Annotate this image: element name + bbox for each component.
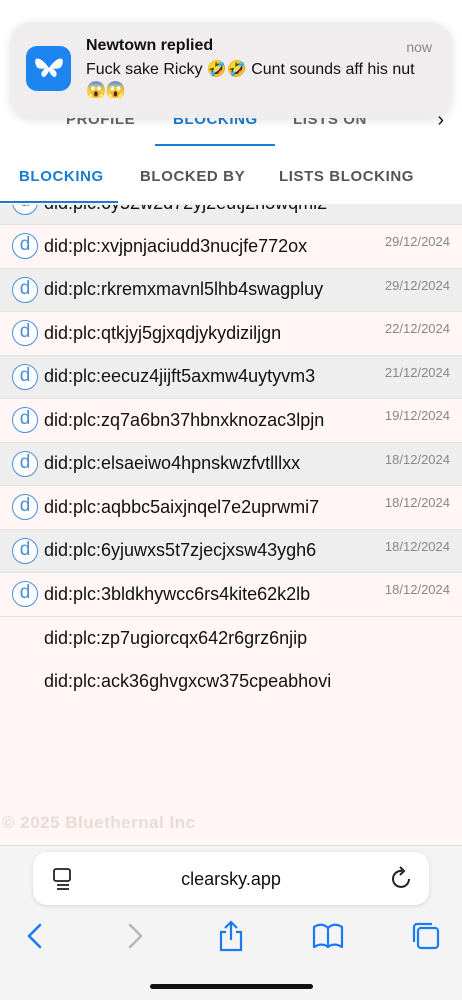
list-item[interactable]: d did:plc:elsaeiwo4hpnskwzfvtlllxx 18/12/2… <box>0 442 462 486</box>
did-label: did:plc:3bldkhywcc6rs4kite62k2lb <box>44 583 311 604</box>
did-label: did:plc:eecuz4jijft5axmw4uytyvm3 <box>44 366 316 387</box>
did-label: did:plc:aqbbc5aixjnqel7e2uprwmi7 <box>44 496 320 517</box>
did-icon: d <box>12 233 38 260</box>
subtab-blocking[interactable]: BLOCKING <box>19 168 104 185</box>
list-item[interactable]: d did:plc:zq7a6bn37hbnxknozac3lpjn 19/12/2… <box>0 399 462 443</box>
did-icon: d <box>12 450 38 477</box>
browser-toolbar: clearsky.app <box>0 845 462 1000</box>
share-icon[interactable] <box>215 920 247 952</box>
list-item[interactable]: d did:plc:3bldkhywcc6rs4kite62k2lb 18/12/2… <box>0 573 462 617</box>
row-date: 18/12/2024 <box>384 538 450 554</box>
home-indicator <box>150 984 313 989</box>
active-subtab-indicator <box>0 201 118 203</box>
notification-body: Fuck sake Ricky 🤣🤣 Cunt sounds aff his n… <box>86 61 415 99</box>
list-item[interactable]: d did:plc:eecuz4jijft5axmw4uytyvm3 21/12/2… <box>0 355 462 399</box>
url-text: clearsky.app <box>181 869 281 889</box>
notification-banner[interactable]: Newtown replied now Fuck sake Ricky 🤣🤣 C… <box>10 22 452 118</box>
row-date: 22/12/2024 <box>384 321 450 336</box>
did-label: did:plc:xvjpnjaciudd3nucjfe772ox <box>44 235 308 256</box>
list-item[interactable]: d did:plc:rkremxmavnl5lhb4swagpluy 29/12/2… <box>0 268 462 312</box>
row-date: 19/12/2024 <box>384 408 450 423</box>
bookmarks-icon[interactable] <box>312 920 344 952</box>
list-item[interactable]: did:plc:zp7ugiorcqx642r6grz6njip <box>0 617 462 661</box>
back-icon[interactable] <box>20 920 52 952</box>
copyright-text: © 2025 Bluethernal Inc <box>2 813 196 832</box>
row-date: 18/12/2024 <box>384 582 450 597</box>
address-bar[interactable]: clearsky.app <box>33 852 429 905</box>
list-item[interactable]: d did:plc:xvjpnjaciudd3nucjfe772ox 29/12/2… <box>0 225 462 269</box>
active-tab-indicator <box>155 144 275 146</box>
did-label: did:plc:zq7a6bn37hbnxknozac3lpjn <box>44 409 325 430</box>
did-icon: d <box>12 537 38 564</box>
notification-time: now <box>406 39 432 55</box>
did-icon: d <box>12 276 38 303</box>
row-date: 29/12/2024 <box>384 234 450 249</box>
row-date: 29/12/2024 <box>384 277 450 293</box>
rows-container: d did:plc:xvjpnjaciudd3nucjfe772ox 29/12/2… <box>0 225 462 617</box>
row-date: 18/12/2024 <box>384 495 450 510</box>
butterfly-icon <box>26 46 71 91</box>
did-icon: d <box>12 407 38 434</box>
did-label: did:plc:ack36ghvgxcw375cpeabhovi <box>44 671 332 692</box>
did-icon: d <box>12 205 38 215</box>
subtab-blocked-by[interactable]: BLOCKED BY <box>140 168 245 185</box>
did-label: did:plc:zp7ugiorcqx642r6grz6njip <box>44 627 308 648</box>
did-label: did:plc:6yjuwxs5t7zjecjxsw43ygh6 <box>44 540 317 561</box>
did-icon: d <box>12 363 38 390</box>
notification-title: Newtown replied <box>86 37 214 54</box>
subtab-lists-blocking[interactable]: LISTS BLOCKING <box>279 168 414 185</box>
blocking-list[interactable]: d did:plc:6y52w2d72yj2eutj2h3wqmi2 d did:… <box>0 205 462 845</box>
did-icon: d <box>12 581 38 608</box>
list-item[interactable]: d did:plc:qtkjyj5gjxqdjykydiziljgn 22/12/2… <box>0 312 462 356</box>
forward-icon[interactable] <box>118 920 150 952</box>
row-date: 18/12/2024 <box>384 451 450 467</box>
did-icon: d <box>12 320 38 347</box>
row-date: 21/12/2024 <box>384 364 450 380</box>
list-item[interactable]: did:plc:ack36ghvgxcw375cpeabhovi <box>0 660 462 704</box>
tabs-icon[interactable] <box>410 920 442 952</box>
list-item[interactable]: d did:plc:aqbbc5aixjnqel7e2uprwmi7 18/12/2… <box>0 486 462 530</box>
reload-icon[interactable] <box>391 866 413 895</box>
did-label: did:plc:elsaeiwo4hpnskwzfvtlllxx <box>44 453 301 474</box>
did-label: did:plc:6y52w2d72yj2eutj2h3wqmi2 <box>44 205 327 214</box>
list-item[interactable]: d did:plc:6yjuwxs5t7zjecjxsw43ygh6 18/12/2… <box>0 529 462 573</box>
plain-rows-container: did:plc:zp7ugiorcqx642r6grz6njip did:plc:… <box>0 617 462 704</box>
did-icon: d <box>12 494 38 521</box>
list-item[interactable]: d did:plc:6y52w2d72yj2eutj2h3wqmi2 <box>0 205 462 225</box>
did-label: did:plc:qtkjyj5gjxqdjykydiziljgn <box>44 322 282 343</box>
did-label: did:plc:rkremxmavnl5lhb4swagpluy <box>44 279 324 300</box>
sub-tab-bar: BLOCKING BLOCKED BY LISTS BLOCKING <box>0 150 462 205</box>
